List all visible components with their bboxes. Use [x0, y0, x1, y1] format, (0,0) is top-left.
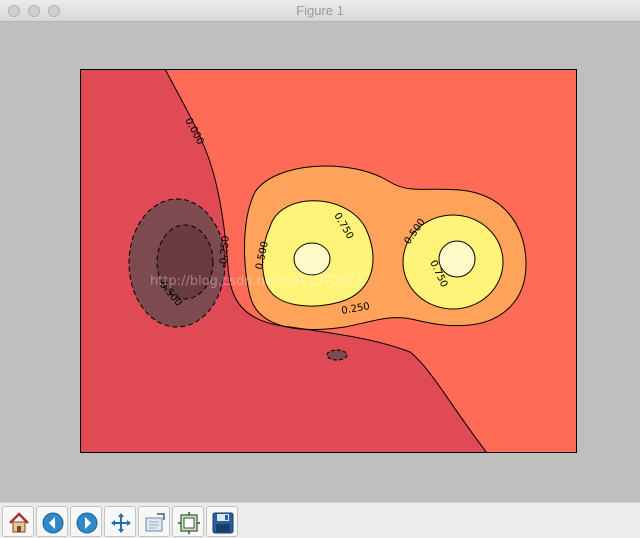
back-arrow-icon — [42, 512, 64, 534]
forward-button[interactable] — [70, 506, 102, 537]
subplots-icon — [178, 512, 200, 534]
pan-button[interactable] — [104, 506, 136, 537]
navigation-toolbar — [0, 502, 640, 538]
figure-canvas: 0.000 0.500 0.750 0.500 0.750 0.250 -0.2… — [0, 22, 640, 502]
home-icon — [9, 512, 29, 533]
zoom-button[interactable] — [138, 506, 170, 537]
back-button[interactable] — [36, 506, 68, 537]
title-bar: Figure 1 — [0, 0, 640, 22]
home-button[interactable] — [2, 506, 34, 537]
figure-window: Figure 1 0.000 0.500 0.750 0.500 0.750 0… — [0, 0, 640, 538]
forward-arrow-icon — [76, 512, 98, 534]
watermark: http://blog.csdn.net/u011372811 — [150, 274, 365, 289]
save-button[interactable] — [206, 506, 238, 537]
zoom-rect-icon — [145, 513, 165, 532]
subplots-button[interactable] — [172, 506, 204, 537]
window-title: Figure 1 — [296, 3, 344, 18]
save-icon — [212, 512, 234, 534]
move-icon — [111, 513, 131, 533]
contour-plot: 0.000 0.500 0.750 0.500 0.750 0.250 -0.2… — [80, 69, 577, 453]
